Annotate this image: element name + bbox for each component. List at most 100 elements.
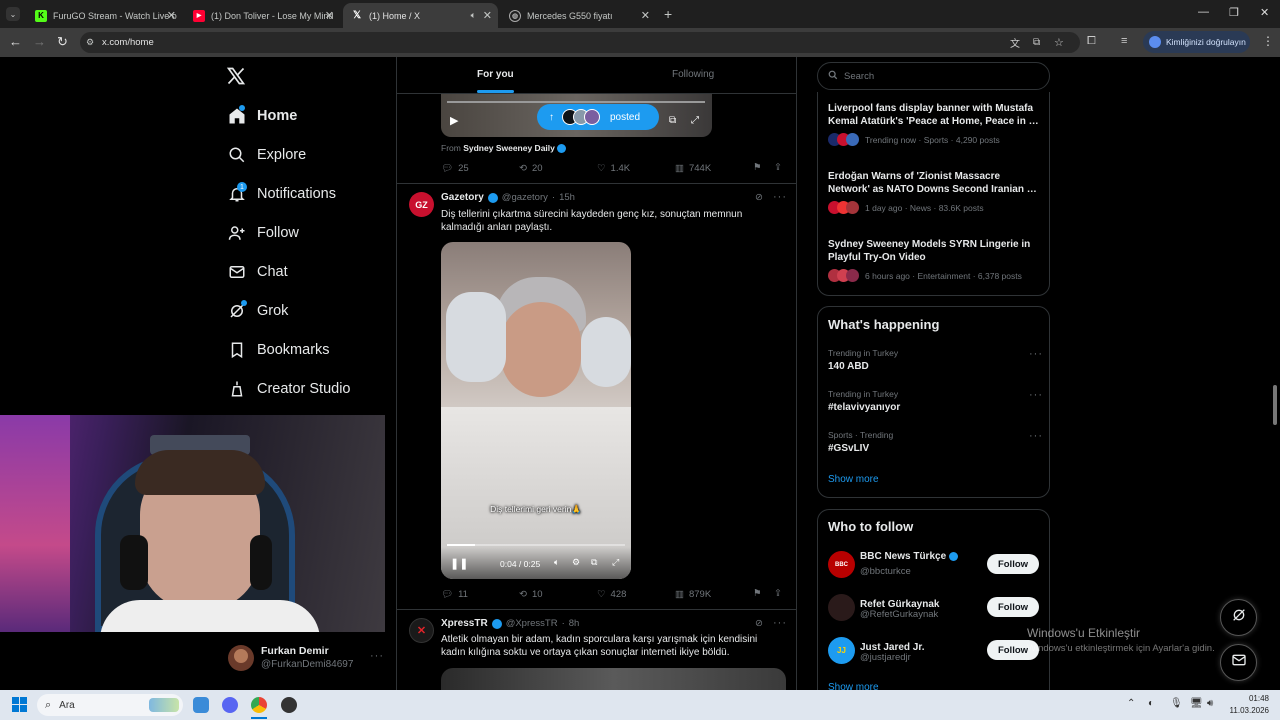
- follow-button[interactable]: Follow: [987, 597, 1039, 617]
- grok-icon[interactable]: ⊘: [755, 192, 763, 203]
- views-button[interactable]: ▥ 879K: [675, 589, 711, 600]
- picture-in-picture-icon[interactable]: ⧉: [669, 115, 676, 126]
- follow-suggestion[interactable]: JJ Just Jared Jr. @justjaredjr Follow: [818, 636, 1049, 672]
- trend-item[interactable]: Trending in Turkey #telavivyanıyor ···: [828, 389, 1043, 413]
- news-item[interactable]: Erdoğan Warns of 'Zionist Massacre Netwo…: [828, 170, 1043, 214]
- reload-button[interactable]: ↻: [57, 34, 68, 50]
- news-item[interactable]: Sydney Sweeney Models SYRN Lingerie in P…: [828, 238, 1043, 282]
- tab-furugo[interactable]: K FuruGO Stream - Watch Live o ✕: [27, 3, 182, 28]
- translate-icon[interactable]: 文: [1010, 35, 1020, 50]
- nav-notifications[interactable]: Notifications 1: [226, 179, 336, 209]
- tray-icon[interactable]: ◐: [1148, 698, 1154, 709]
- post-time[interactable]: 8h: [569, 618, 580, 629]
- close-icon[interactable]: ✕: [325, 9, 334, 22]
- close-icon[interactable]: ✕: [641, 9, 650, 22]
- account-more-icon[interactable]: ···: [370, 650, 384, 662]
- play-icon[interactable]: ▶: [450, 114, 458, 127]
- grok-icon[interactable]: ⊘: [755, 618, 763, 629]
- share-button[interactable]: ⇪: [774, 162, 782, 173]
- chrome-icon[interactable]: [251, 697, 267, 713]
- repost-button[interactable]: ⟲ 20: [519, 163, 543, 174]
- back-button[interactable]: ←: [9, 34, 22, 49]
- pause-icon[interactable]: ❚❚: [450, 557, 468, 570]
- picture-in-picture-icon[interactable]: ⧉: [591, 557, 597, 568]
- post-media[interactable]: [441, 668, 786, 690]
- star-icon[interactable]: ☆: [1054, 36, 1064, 49]
- share-button[interactable]: ⇪: [774, 588, 782, 599]
- avatar[interactable]: GZ: [409, 192, 434, 217]
- x-logo[interactable]: [226, 66, 246, 91]
- follow-suggestion[interactable]: BBC BBC News Türkçe @bbcturkce Follow: [818, 550, 1049, 586]
- trend-item[interactable]: Sports · Trending #GSvLIV ···: [828, 430, 1043, 454]
- window-close-button[interactable]: ✕: [1260, 6, 1269, 19]
- more-icon[interactable]: ···: [1029, 430, 1043, 442]
- new-posts-pill[interactable]: ↑ posted: [537, 104, 659, 130]
- author-handle[interactable]: @gazetory: [502, 192, 548, 203]
- close-icon[interactable]: ✕: [167, 9, 176, 22]
- speaker-icon[interactable]: 🔈︎: [471, 10, 476, 21]
- settings-icon[interactable]: ⚙: [572, 557, 580, 568]
- news-item[interactable]: Liverpool fans display banner with Musta…: [828, 102, 1043, 146]
- nav-explore[interactable]: Explore: [226, 140, 306, 170]
- more-icon[interactable]: ···: [773, 617, 787, 629]
- more-icon[interactable]: ···: [1029, 389, 1043, 401]
- network-icon[interactable]: 🖥︎: [1190, 698, 1203, 709]
- video-progress-bar[interactable]: [447, 101, 705, 103]
- profile-verify-button[interactable]: Kimliğinizi doğrulayın: [1143, 31, 1250, 53]
- taskbar-date[interactable]: 11.03.2026: [1225, 706, 1269, 715]
- fullscreen-icon[interactable]: ⤢: [612, 557, 619, 568]
- follow-suggestion[interactable]: Refet Gürkaynak @RefetGurkaynak Follow: [818, 593, 1049, 629]
- messages-fab[interactable]: [1220, 644, 1257, 681]
- nav-chat[interactable]: Chat: [226, 257, 288, 287]
- grok-fab[interactable]: [1220, 599, 1257, 636]
- trend-item[interactable]: Trending in Turkey 140 ABD ···: [828, 348, 1043, 372]
- reading-list-icon[interactable]: ≡: [1121, 35, 1127, 47]
- site-info-icon[interactable]: ⚙: [86, 37, 94, 48]
- author-name[interactable]: Gazetory: [441, 192, 484, 203]
- taskbar-time[interactable]: 01:48: [1229, 694, 1269, 703]
- page-scrollbar[interactable]: [1270, 57, 1280, 690]
- more-icon[interactable]: ···: [773, 191, 787, 203]
- video-progress-bar[interactable]: [447, 544, 625, 546]
- tab-x-home[interactable]: 𝕏 (1) Home / X 🔈︎ ✕: [343, 3, 498, 28]
- nav-home[interactable]: Home: [226, 101, 297, 131]
- volume-icon[interactable]: 🔈︎: [554, 557, 559, 568]
- post-time[interactable]: 15h: [559, 192, 575, 203]
- repost-button[interactable]: ⟲ 10: [519, 589, 543, 600]
- reply-button[interactable]: 💬︎ 25: [441, 163, 469, 174]
- chevron-up-icon[interactable]: ⌃: [1127, 698, 1135, 709]
- show-more-link[interactable]: Show more: [828, 474, 879, 485]
- menu-icon[interactable]: ⋮: [1262, 34, 1274, 48]
- reply-button[interactable]: 💬︎ 11: [441, 589, 468, 600]
- fullscreen-icon[interactable]: ⤢: [691, 115, 699, 126]
- post-video[interactable]: Diş tellerimi geri verin🙏 ❚❚ 0:04 / 0:25…: [441, 242, 631, 579]
- tab-youtube[interactable]: ▶ (1) Don Toliver - Lose My Mind ✕: [185, 3, 340, 28]
- taskbar-app-icon[interactable]: [281, 697, 297, 713]
- forward-button[interactable]: →: [33, 34, 46, 49]
- taskbar-app-icon[interactable]: [193, 697, 209, 713]
- discord-icon[interactable]: [222, 697, 238, 713]
- bookmark-button[interactable]: ⚑: [753, 162, 762, 173]
- like-button[interactable]: ♡ 428: [597, 589, 626, 600]
- like-button[interactable]: ♡ 1.4K: [597, 163, 630, 174]
- avatar[interactable]: [228, 645, 254, 671]
- minimize-button[interactable]: —: [1198, 6, 1209, 18]
- bookmark-button[interactable]: ⚑: [753, 588, 762, 599]
- author-name[interactable]: XpressTR: [441, 618, 488, 629]
- windows-start-icon[interactable]: [12, 697, 28, 713]
- more-icon[interactable]: ···: [1029, 348, 1043, 360]
- nav-follow[interactable]: Follow: [226, 218, 299, 248]
- maximize-button[interactable]: ❐: [1229, 6, 1239, 19]
- tab-search-button[interactable]: ⌄: [6, 7, 20, 21]
- tab-mercedes[interactable]: ◍ Mercedes G550 fiyatı ✕: [501, 3, 656, 28]
- avatar[interactable]: ✕: [409, 618, 434, 643]
- scrollbar-thumb[interactable]: [1273, 385, 1277, 425]
- url-bar[interactable]: ⚙ x.com/home 文 ⧉ ☆: [80, 32, 1080, 53]
- close-icon[interactable]: ✕: [483, 9, 492, 22]
- new-tab-button[interactable]: +: [664, 6, 672, 22]
- nav-creator-studio[interactable]: Creator Studio: [226, 374, 351, 404]
- search-input[interactable]: Search: [817, 62, 1050, 90]
- microphone-icon[interactable]: 🎙︎: [1170, 698, 1183, 709]
- tab-following[interactable]: Following: [672, 69, 714, 80]
- author-handle[interactable]: @XpressTR: [506, 618, 558, 629]
